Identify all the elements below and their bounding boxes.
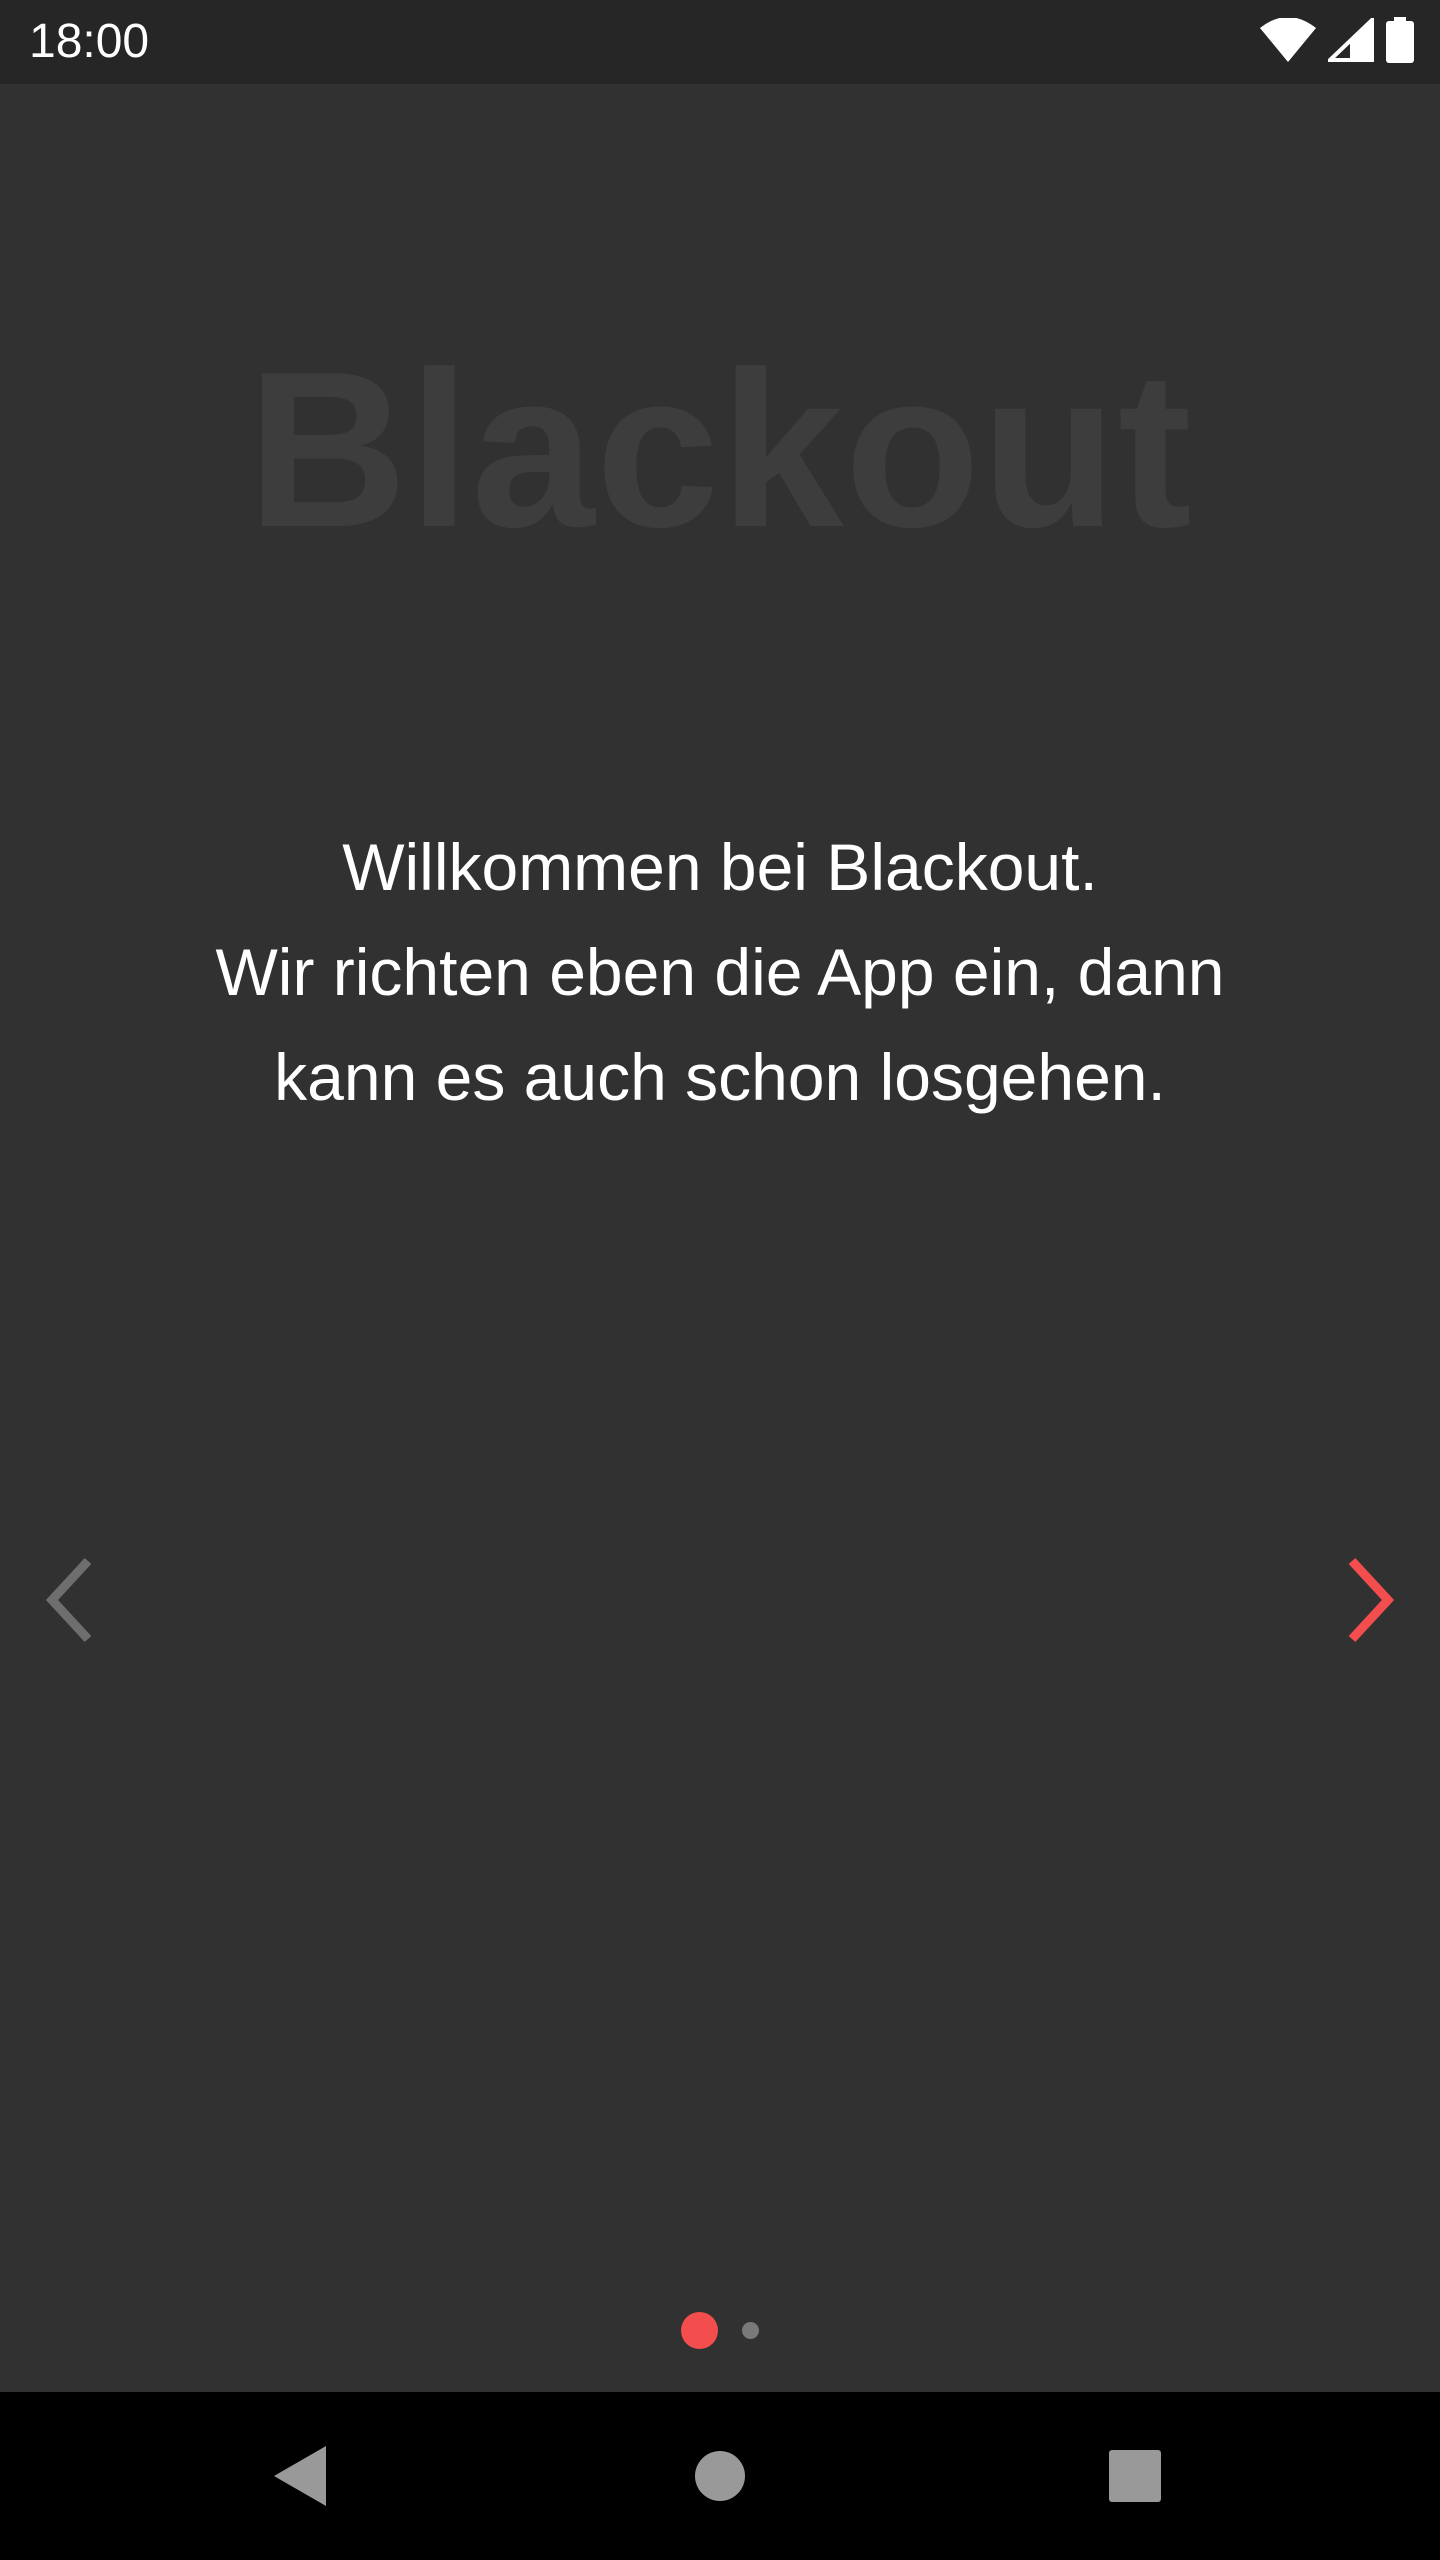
welcome-line: Willkommen bei Blackout. [342, 830, 1098, 904]
welcome-line: Wir richten eben die App ein, dann [215, 935, 1225, 1009]
status-time: 18:00 [29, 15, 150, 68]
status-bar: 18:00 [0, 0, 1440, 84]
previous-page-button[interactable] [20, 1550, 120, 1650]
back-icon [274, 2446, 326, 2506]
battery-icon [1386, 16, 1414, 68]
welcome-line: kann es auch schon losgehen. [274, 1040, 1166, 1114]
recents-icon [1109, 2450, 1161, 2502]
page-indicator [0, 2310, 1440, 2350]
onboarding-screen: 18:00 Blackout Willkommen bei Blackout. … [0, 0, 1440, 2560]
welcome-message: Willkommen bei Blackout. Wir richten ebe… [120, 815, 1320, 1130]
chevron-left-icon [45, 1557, 92, 1643]
app-title: Blackout [247, 326, 1193, 574]
system-navigation-bar [0, 2392, 1440, 2560]
page-dot-inactive[interactable] [742, 2321, 759, 2339]
cellular-signal-icon [1325, 14, 1374, 67]
page-dot-active[interactable] [681, 2311, 718, 2349]
next-page-button[interactable] [1320, 1550, 1420, 1650]
system-back-button[interactable] [250, 2426, 350, 2526]
status-icons [1260, 14, 1414, 68]
system-home-button[interactable] [670, 2426, 770, 2526]
chevron-right-icon [1348, 1557, 1395, 1643]
system-recents-button[interactable] [1085, 2426, 1185, 2526]
home-icon [695, 2451, 745, 2501]
wifi-icon [1260, 16, 1316, 67]
